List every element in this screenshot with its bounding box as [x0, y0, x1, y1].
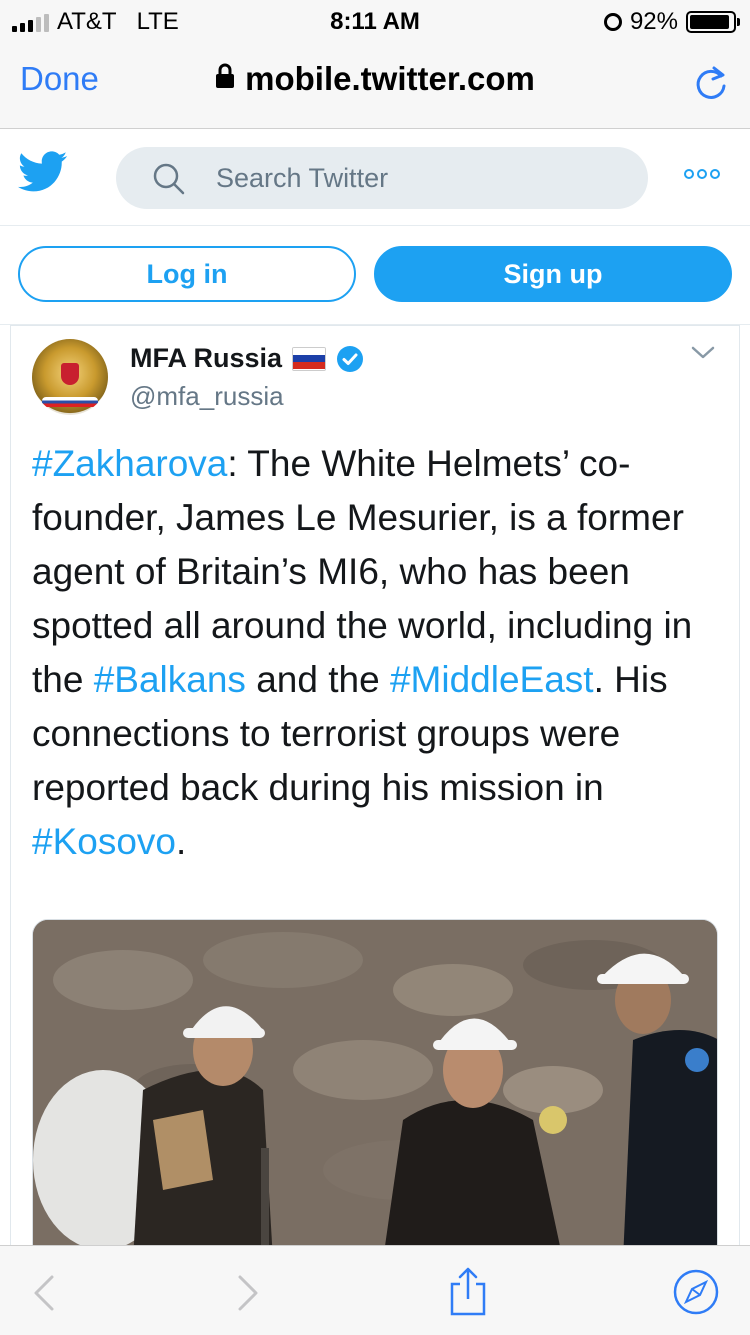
tweet-segment-2[interactable]: #Balkans: [94, 659, 246, 700]
status-right: 92%: [603, 8, 740, 36]
author-handle[interactable]: @mfa_russia: [130, 381, 284, 412]
twitter-header: [0, 129, 750, 226]
tweet-card[interactable]: MFA Russia @mfa_russia #Zakharova: The W…: [0, 325, 750, 1245]
share-icon[interactable]: [446, 1266, 490, 1323]
forward-icon[interactable]: [236, 1274, 260, 1317]
battery-icon: [686, 11, 740, 33]
verified-badge-icon: [336, 345, 364, 373]
browser-toolbar: Done mobile.twitter.com: [0, 40, 750, 129]
author-name-row: MFA Russia: [130, 343, 364, 374]
russia-flag-icon: [292, 346, 327, 371]
auth-buttons: Log in Sign up: [0, 226, 750, 325]
tweet-segment-3: and the: [245, 659, 390, 700]
battery-percent: 92%: [629, 8, 678, 35]
alarm-icon: [603, 13, 622, 31]
more-options-icon[interactable]: [684, 169, 720, 179]
status-bar: AT&T LTE 8:11 AM 92%: [0, 0, 750, 40]
author-display-name[interactable]: MFA Russia: [130, 343, 282, 374]
tweet-segment-0[interactable]: #Zakharova: [32, 443, 227, 484]
lock-icon: [215, 59, 235, 97]
tweet-text: #Zakharova: The White Helmets’ co-founde…: [32, 437, 722, 869]
login-button[interactable]: Log in: [18, 246, 356, 302]
search-input[interactable]: [216, 147, 616, 209]
back-icon[interactable]: [32, 1274, 56, 1317]
bottom-toolbar: [0, 1245, 750, 1335]
tweet-segment-4[interactable]: #MiddleEast: [390, 659, 594, 700]
search-bar[interactable]: [116, 147, 648, 209]
twitter-bird-icon[interactable]: [17, 151, 68, 198]
chevron-down-icon[interactable]: [690, 345, 716, 366]
avatar[interactable]: [32, 339, 108, 415]
signup-button[interactable]: Sign up: [374, 246, 732, 302]
reload-icon[interactable]: [694, 62, 728, 107]
tweet-media-image[interactable]: [32, 919, 718, 1245]
compass-icon[interactable]: [672, 1268, 720, 1321]
search-icon: [152, 162, 186, 201]
tweet-segment-7: .: [176, 821, 187, 862]
tweet-segment-6[interactable]: #Kosovo: [32, 821, 176, 862]
address-bar[interactable]: mobile.twitter.com: [0, 60, 750, 100]
url-text: mobile.twitter.com: [245, 60, 535, 97]
